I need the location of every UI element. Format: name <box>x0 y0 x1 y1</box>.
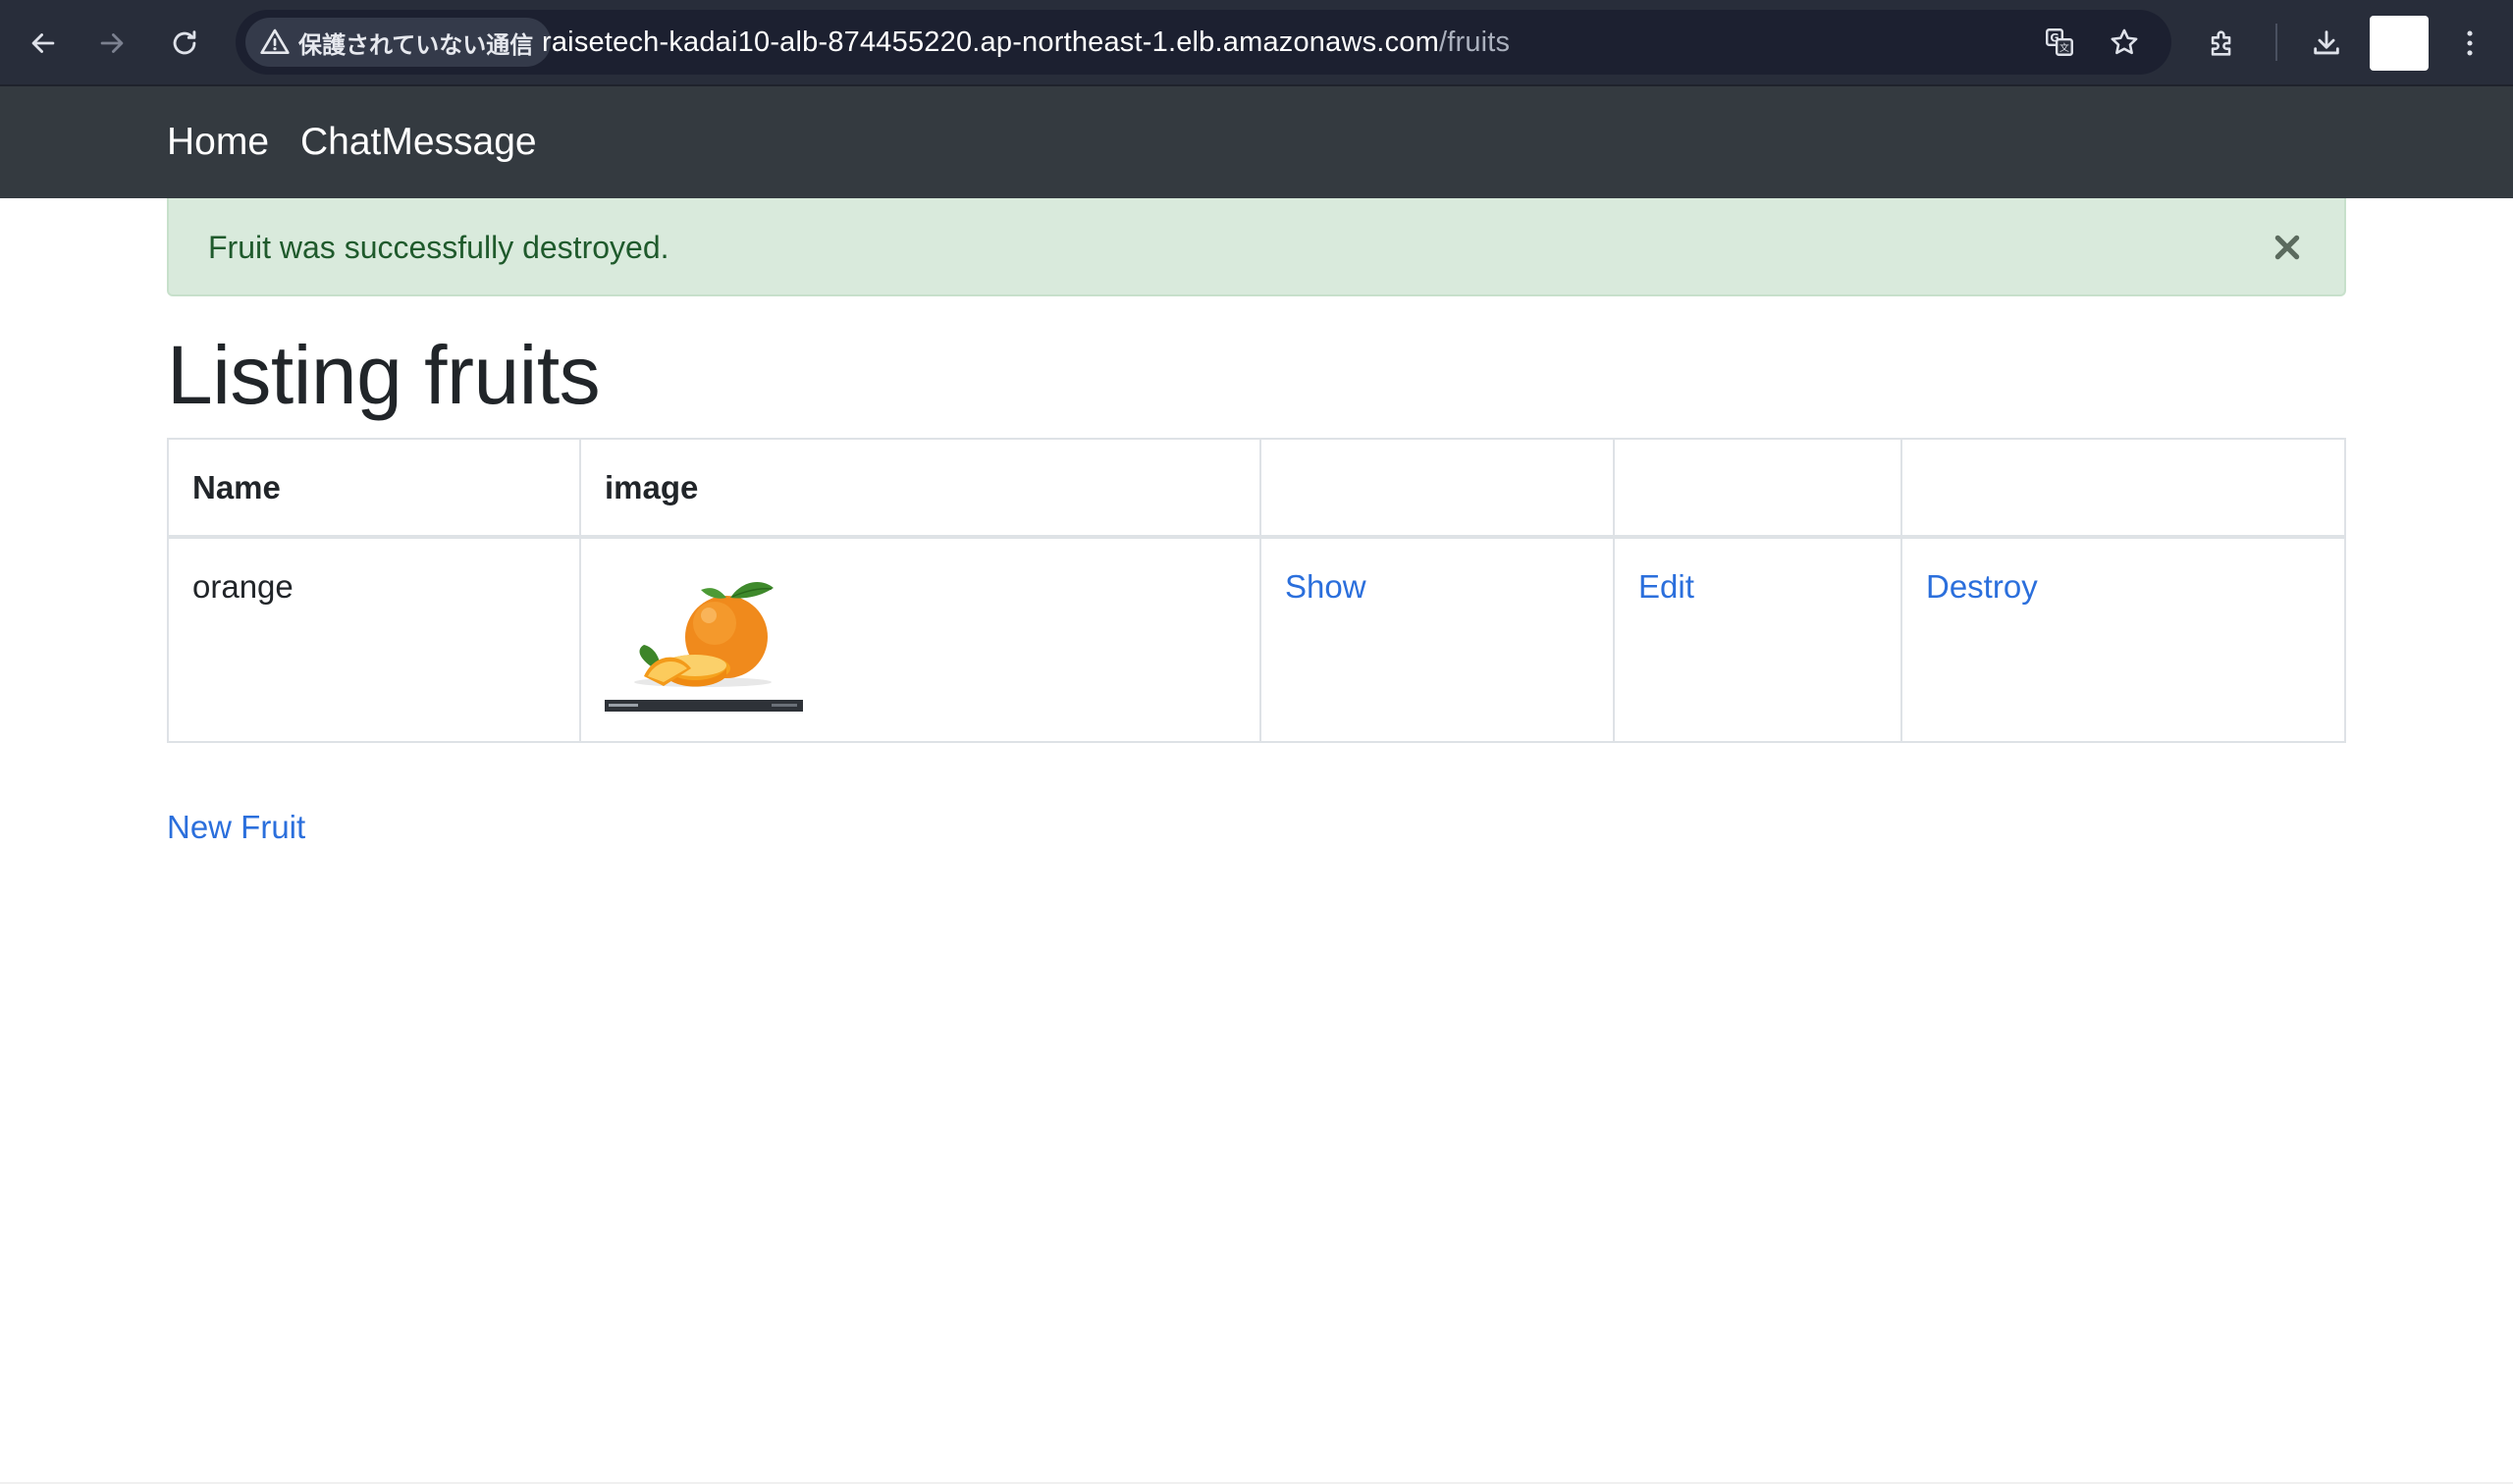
security-label: 保護されていない通信 <box>298 30 534 59</box>
back-icon <box>31 33 55 53</box>
alert-close-button[interactable] <box>2268 228 2307 267</box>
bookmark-button[interactable] <box>2101 19 2148 66</box>
fruit-image-cell <box>579 536 1261 743</box>
address-bar[interactable]: 保護されていない通信 raisetech-kadai10-alb-8744552… <box>236 10 2171 75</box>
more-icon <box>2467 30 2473 56</box>
show-link[interactable]: Show <box>1285 568 1366 605</box>
fruit-name-cell: orange <box>167 536 581 743</box>
alert-message: Fruit was successfully destroyed. <box>208 229 669 265</box>
forward-button[interactable] <box>84 16 139 71</box>
translate-button[interactable]: G文 <box>2036 19 2083 66</box>
table-row: orange Show Edit Destroy <box>167 536 2346 743</box>
url-path: /fruits <box>1438 26 1511 58</box>
nav-home-link[interactable]: Home <box>167 86 269 198</box>
header-image: image <box>579 438 1261 539</box>
page-title: Listing fruits <box>167 329 601 421</box>
edit-cell: Edit <box>1613 536 1902 743</box>
download-icon <box>2314 30 2339 55</box>
header-show <box>1259 438 1615 539</box>
destroy-cell: Destroy <box>1900 536 2346 743</box>
close-icon <box>2274 235 2300 260</box>
translate-icon: G文 <box>2046 28 2073 56</box>
destroy-link[interactable]: Destroy <box>1926 568 2038 605</box>
download-button[interactable] <box>2299 16 2354 71</box>
fruit-image <box>605 566 803 712</box>
fruits-table: Name image orange Show Edit Destroy <box>167 438 2346 743</box>
reload-button[interactable] <box>157 16 212 71</box>
header-name: Name <box>167 438 581 539</box>
header-destroy <box>1900 438 2346 539</box>
url-host: raisetech-kadai10-alb-874455220.ap-north… <box>542 26 1439 58</box>
menu-button[interactable] <box>2442 16 2497 71</box>
browser-toolbar: 保護されていない通信 raisetech-kadai10-alb-8744552… <box>0 0 2513 86</box>
new-fruit-link[interactable]: New Fruit <box>167 809 305 846</box>
extensions-button[interactable] <box>2195 16 2250 71</box>
show-cell: Show <box>1259 536 1615 743</box>
table-header-row: Name image <box>167 438 2346 539</box>
warning-icon <box>260 28 290 54</box>
profile-avatar[interactable] <box>2370 16 2429 71</box>
url-text[interactable]: raisetech-kadai10-alb-874455220.ap-north… <box>542 10 1510 75</box>
toolbar-separator <box>2275 24 2277 61</box>
back-button[interactable] <box>16 16 71 71</box>
reload-icon <box>173 30 196 55</box>
header-edit <box>1613 438 1902 539</box>
edit-link[interactable]: Edit <box>1638 568 1694 605</box>
nav-chatmessage-link[interactable]: ChatMessage <box>300 86 537 198</box>
star-icon <box>2111 28 2138 55</box>
forward-icon <box>100 33 124 53</box>
extensions-icon <box>2211 30 2231 56</box>
success-alert: Fruit was successfully destroyed. <box>167 198 2346 296</box>
svg-text:文: 文 <box>2059 41 2069 54</box>
navbar: Home ChatMessage <box>0 86 2513 198</box>
security-chip[interactable]: 保護されていない通信 <box>245 18 552 67</box>
